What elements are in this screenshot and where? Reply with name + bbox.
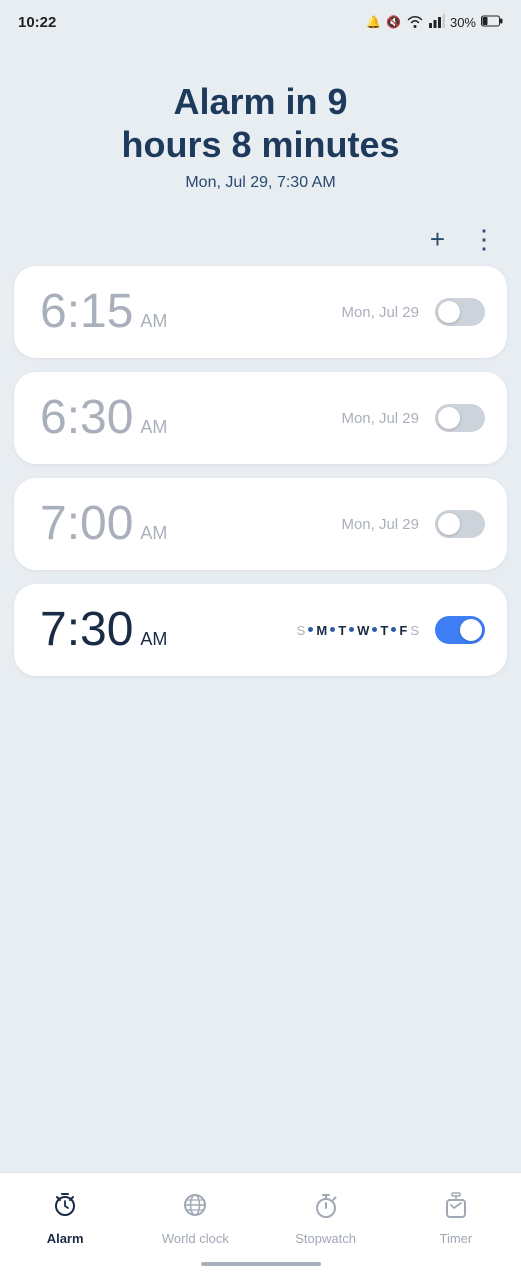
alarm-date: Mon, Jul 29: [341, 516, 419, 533]
alarm-time-display: 6:15: [40, 288, 133, 336]
alarm-right: Mon, Jul 29: [341, 298, 485, 326]
alarm-datetime: Mon, Jul 29, 7:30 AM: [20, 174, 501, 192]
alarm-nav-icon: [51, 1191, 79, 1226]
alarm-item[interactable]: 7:30 AM S M T W T F S: [14, 584, 507, 676]
nav-label-alarm: Alarm: [47, 1231, 84, 1246]
bottom-nav: Alarm World clock Stopwatch: [0, 1172, 521, 1262]
alarm-ampm: AM: [140, 523, 167, 544]
alarm-ampm: AM: [140, 629, 167, 650]
mute-icon: 🔇: [386, 15, 401, 29]
alarm-item[interactable]: 6:30 AM Mon, Jul 29: [14, 372, 507, 464]
nav-item-stopwatch[interactable]: Stopwatch: [291, 1191, 361, 1246]
alarm-toggle[interactable]: [435, 404, 485, 432]
day-dot-F: [391, 627, 396, 632]
alarm-time-wrap: 6:30 AM: [40, 394, 167, 442]
battery-percent: 30%: [450, 15, 476, 30]
status-bar: 10:22 🔔 🔇 30%: [0, 0, 521, 40]
alarm-time-wrap: 7:00 AM: [40, 500, 167, 548]
bottom-indicator: [201, 1262, 321, 1266]
alarm-time-wrap: 7:30 AM: [40, 606, 167, 654]
alarm-date: Mon, Jul 29: [341, 304, 419, 321]
alarm-toggle[interactable]: [435, 298, 485, 326]
day-F: F: [399, 623, 407, 638]
day-T2: T: [380, 623, 388, 638]
timer-nav-icon: [442, 1191, 470, 1226]
alarm-right: S M T W T F S: [297, 616, 485, 644]
day-T: T: [338, 623, 346, 638]
alarm-countdown: Alarm in 9hours 8 minutes: [20, 80, 501, 166]
alarm-time-display: 7:30: [40, 606, 133, 654]
status-icons: 🔔 🔇 30%: [366, 14, 503, 31]
day-W: W: [357, 623, 369, 638]
battery-icon: [481, 15, 503, 30]
alarm-date: Mon, Jul 29: [341, 410, 419, 427]
alarm-right: Mon, Jul 29: [341, 404, 485, 432]
more-options-button[interactable]: ⋮: [467, 222, 501, 256]
stopwatch-nav-icon: [312, 1191, 340, 1226]
add-alarm-button[interactable]: +: [426, 222, 449, 256]
day-M: M: [316, 623, 327, 638]
alarm-ampm: AM: [140, 311, 167, 332]
nav-label-stopwatch: Stopwatch: [295, 1231, 356, 1246]
nav-label-timer: Timer: [440, 1231, 473, 1246]
world-clock-nav-icon: [181, 1191, 209, 1226]
alarm-item[interactable]: 7:00 AM Mon, Jul 29: [14, 478, 507, 570]
signal-icon: [429, 14, 445, 31]
alarm-time-display: 6:30: [40, 394, 133, 442]
alarm-icon: 🔔: [366, 15, 381, 29]
status-time: 10:22: [18, 14, 56, 31]
toolbar: + ⋮: [0, 222, 521, 266]
alarm-right: Mon, Jul 29: [341, 510, 485, 538]
alarm-time-display: 7:00: [40, 500, 133, 548]
alarm-time-wrap: 6:15 AM: [40, 288, 167, 336]
day-dot-W: [349, 627, 354, 632]
nav-label-world-clock: World clock: [162, 1231, 229, 1246]
day-dot-T: [330, 627, 335, 632]
alarm-ampm: AM: [140, 417, 167, 438]
alarm-item[interactable]: 6:15 AM Mon, Jul 29: [14, 266, 507, 358]
alarm-days: S M T W T F S: [297, 623, 419, 638]
wifi-icon: [406, 14, 424, 31]
day-S: S: [297, 623, 306, 638]
nav-item-world-clock[interactable]: World clock: [160, 1191, 230, 1246]
nav-item-alarm[interactable]: Alarm: [30, 1191, 100, 1246]
nav-item-timer[interactable]: Timer: [421, 1191, 491, 1246]
day-S2: S: [410, 623, 419, 638]
alarm-list: 6:15 AM Mon, Jul 29 6:30 AM Mon, Jul 29: [0, 266, 521, 924]
day-dot-M: [308, 627, 313, 632]
alarm-toggle[interactable]: [435, 510, 485, 538]
day-dot-T2: [372, 627, 377, 632]
alarm-toggle[interactable]: [435, 616, 485, 644]
alarm-header: Alarm in 9hours 8 minutes Mon, Jul 29, 7…: [0, 40, 521, 222]
